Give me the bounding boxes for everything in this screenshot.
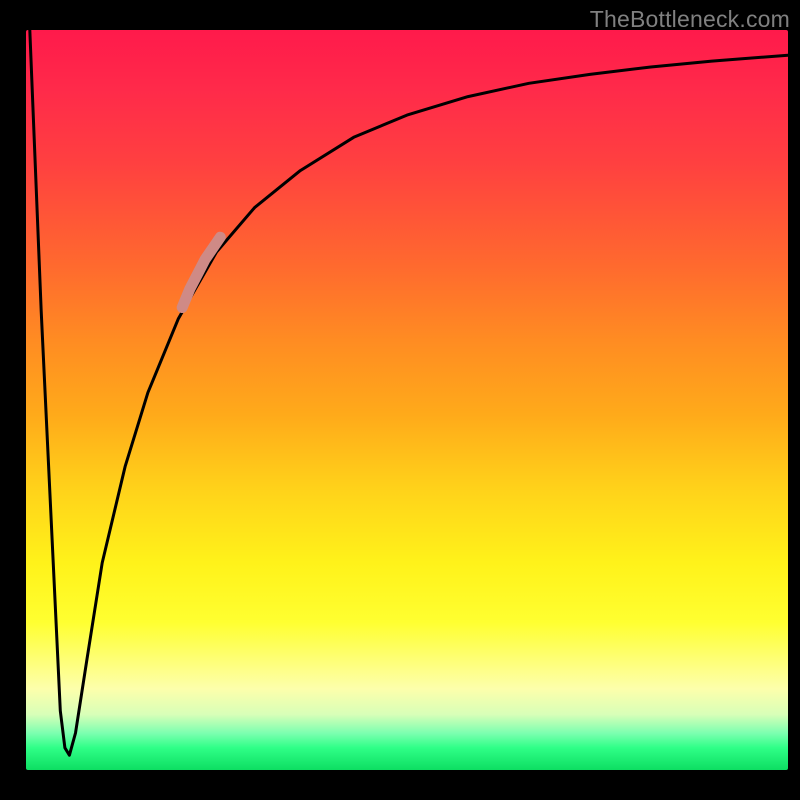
marker-band — [182, 237, 220, 307]
plot-area — [26, 30, 788, 770]
curve-layer — [26, 30, 788, 770]
watermark-text: TheBottleneck.com — [590, 6, 790, 33]
chart-container: TheBottleneck.com — [0, 0, 800, 800]
bottleneck-curve — [30, 30, 788, 755]
